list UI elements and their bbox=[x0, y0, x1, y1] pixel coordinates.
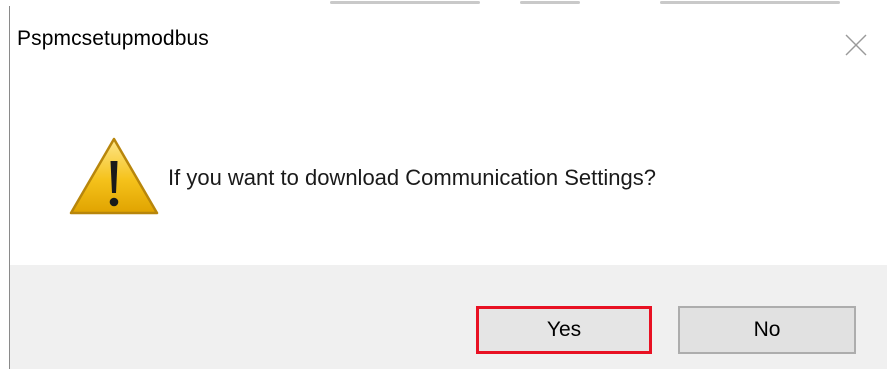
message-dialog: Pspmcsetupmodbus If you want to download… bbox=[9, 6, 887, 369]
dialog-button-bar: Yes No bbox=[10, 265, 887, 369]
dialog-titlebar: Pspmcsetupmodbus bbox=[10, 6, 887, 84]
warning-icon bbox=[67, 135, 161, 217]
close-icon[interactable] bbox=[836, 25, 876, 65]
dialog-message: If you want to download Communication Se… bbox=[168, 165, 656, 190]
yes-button[interactable]: Yes bbox=[476, 306, 652, 354]
no-button[interactable]: No bbox=[678, 306, 856, 354]
no-button-label: No bbox=[753, 318, 781, 341]
yes-button-label: Yes bbox=[546, 318, 582, 341]
dialog-content: If you want to download Communication Se… bbox=[10, 84, 887, 265]
dialog-title: Pspmcsetupmodbus bbox=[17, 27, 209, 50]
